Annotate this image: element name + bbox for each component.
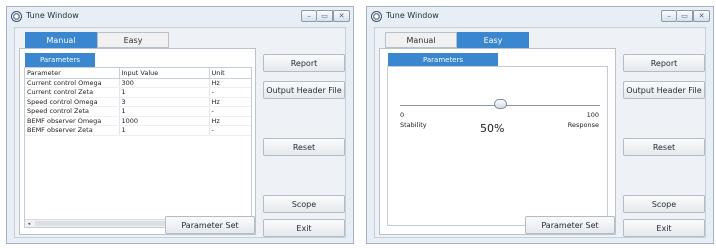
easy-panel: Parameters 0 100 Stability Response 50%	[379, 48, 616, 235]
scope-button[interactable]: Scope	[263, 195, 345, 213]
maximize-button[interactable]: ▭	[677, 10, 693, 22]
close-button[interactable]: ✕	[693, 10, 710, 22]
cell-unit: -	[209, 106, 251, 117]
report-button[interactable]: Report	[623, 54, 705, 72]
table-row[interactable]: BEMF observer Zeta 1 -	[25, 125, 251, 136]
cell-input-value[interactable]: 1	[119, 106, 210, 117]
app-icon	[371, 11, 382, 22]
table-row[interactable]: BEMF observer Omega 1000 Hz	[25, 116, 251, 126]
exit-button[interactable]: Exit	[263, 219, 345, 237]
output-header-file-button[interactable]: Output Header File	[263, 81, 345, 99]
tab-manual[interactable]: Manual	[25, 32, 97, 48]
cell-parameter: Speed control Omega	[25, 97, 120, 107]
parameter-set-button[interactable]: Parameter Set	[165, 216, 255, 234]
tab-easy[interactable]: Easy	[97, 32, 169, 48]
cell-input-value[interactable]: 3	[119, 97, 210, 107]
cell-input-value[interactable]: 300	[119, 78, 210, 88]
tab-manual[interactable]: Manual	[385, 32, 457, 48]
slider-thumb[interactable]	[494, 99, 507, 109]
app-icon	[11, 11, 22, 22]
minimize-button[interactable]: –	[661, 10, 677, 22]
window-title: Tune Window	[26, 11, 79, 20]
column-header-unit[interactable]: Unit	[209, 68, 251, 79]
minimize-button[interactable]: –	[301, 10, 317, 22]
cell-parameter: Speed control Zeta	[25, 106, 120, 117]
tab-easy[interactable]: Easy	[457, 32, 529, 48]
slider-max-label: 100	[586, 111, 599, 119]
cell-unit: Hz	[209, 78, 251, 88]
cell-parameter: Current control Omega	[25, 78, 120, 88]
close-button[interactable]: ✕	[333, 10, 350, 22]
tune-window-easy: Tune Window – ▭ ✕ Manual Easy Parameters…	[366, 6, 714, 244]
cell-unit: Hz	[209, 116, 251, 126]
tune-window-manual: Tune Window – ▭ ✕ Manual Easy Parameters…	[6, 6, 354, 244]
title-bar[interactable]: Tune Window – ▭ ✕	[7, 7, 353, 27]
cell-parameter: Current control Zeta	[25, 87, 120, 98]
tuning-slider-area: 0 100 Stability Response 50%	[387, 66, 608, 226]
scroll-left-icon[interactable]: ◂	[25, 220, 33, 227]
response-label: Response	[567, 121, 599, 129]
reset-button[interactable]: Reset	[263, 138, 345, 156]
slider-min-label: 0	[400, 111, 405, 119]
cell-unit: -	[209, 87, 251, 98]
cell-input-value[interactable]: 1000	[119, 116, 210, 126]
column-header-parameter[interactable]: Parameter	[25, 68, 120, 79]
parameter-table: Parameter Input Value Unit Current contr…	[24, 67, 252, 228]
cell-parameter: BEMF observer Omega	[25, 116, 120, 126]
manual-panel: Parameters Parameter Input Value Unit Cu…	[19, 48, 256, 235]
exit-button[interactable]: Exit	[623, 219, 705, 237]
cell-input-value[interactable]: 1	[119, 125, 210, 136]
client-area: Manual Easy Parameters 0 100 Stability R…	[374, 27, 706, 238]
table-header-row: Parameter Input Value Unit	[25, 68, 251, 79]
client-area: Manual Easy Parameters Parameter Input V…	[14, 27, 346, 238]
cell-input-value[interactable]: 1	[119, 87, 210, 98]
cell-unit: -	[209, 125, 251, 136]
reset-button[interactable]: Reset	[623, 138, 705, 156]
title-bar[interactable]: Tune Window – ▭ ✕	[367, 7, 713, 27]
cell-unit: Hz	[209, 97, 251, 107]
table-row[interactable]: Current control Omega 300 Hz	[25, 78, 251, 88]
report-button[interactable]: Report	[263, 54, 345, 72]
window-title: Tune Window	[386, 11, 439, 20]
stability-label: Stability	[400, 121, 427, 129]
subtab-parameters[interactable]: Parameters	[388, 53, 498, 67]
table-row[interactable]: Current control Zeta 1 -	[25, 87, 251, 98]
table-row[interactable]: Speed control Zeta 1 -	[25, 106, 251, 117]
maximize-button[interactable]: ▭	[317, 10, 333, 22]
slider-value: 50%	[480, 122, 505, 135]
output-header-file-button[interactable]: Output Header File	[623, 81, 705, 99]
subtab-parameters[interactable]: Parameters	[25, 53, 95, 67]
column-header-input-value[interactable]: Input Value	[119, 68, 210, 79]
table-row[interactable]: Speed control Omega 3 Hz	[25, 97, 251, 107]
cell-parameter: BEMF observer Zeta	[25, 125, 120, 136]
scope-button[interactable]: Scope	[623, 195, 705, 213]
parameter-set-button[interactable]: Parameter Set	[525, 216, 615, 234]
